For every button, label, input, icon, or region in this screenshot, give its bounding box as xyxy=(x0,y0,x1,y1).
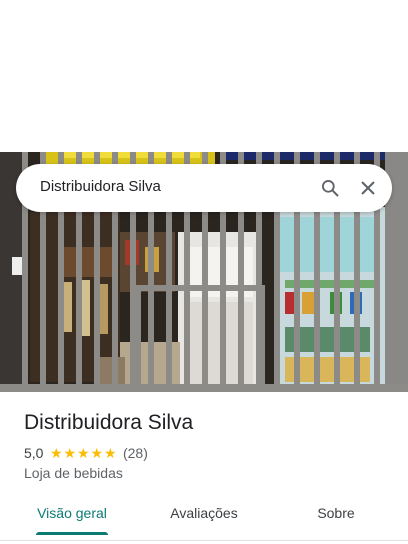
place-tabs: Visão geral Avaliações Sobre xyxy=(0,496,408,536)
close-icon xyxy=(361,181,375,195)
rating-row[interactable]: 5,0 ★ ★ ★ ★ ★ (28) xyxy=(24,445,148,461)
place-name: Distribuidora Silva xyxy=(24,411,194,434)
rating-value: 5,0 xyxy=(24,445,44,461)
tab-reviews[interactable]: Avaliações xyxy=(154,496,254,536)
search-bar[interactable]: Distribuidora Silva xyxy=(16,164,392,212)
star-icon: ★ xyxy=(103,445,117,461)
star-icon: ★ xyxy=(49,445,63,461)
tabs-divider xyxy=(0,540,408,541)
tab-overview[interactable]: Visão geral xyxy=(24,496,120,536)
star-icon: ★ xyxy=(76,445,90,461)
review-count[interactable]: (28) xyxy=(123,445,148,461)
place-category[interactable]: Loja de bebidas xyxy=(24,465,123,481)
star-icon: ★ xyxy=(90,445,103,461)
active-tab-indicator xyxy=(36,532,108,535)
rating-stars: ★ ★ ★ ★ ★ xyxy=(49,446,117,460)
search-input[interactable]: Distribuidora Silva xyxy=(40,178,161,195)
star-icon: ★ xyxy=(63,445,76,461)
place-info-panel: Distribuidora Silva 5,0 ★ ★ ★ ★ ★ (28) L… xyxy=(0,392,408,488)
tab-about[interactable]: Sobre xyxy=(296,496,376,536)
close-button[interactable] xyxy=(354,176,382,200)
map-empty-area xyxy=(0,0,408,152)
search-button[interactable] xyxy=(316,176,344,200)
search-icon xyxy=(322,180,339,197)
